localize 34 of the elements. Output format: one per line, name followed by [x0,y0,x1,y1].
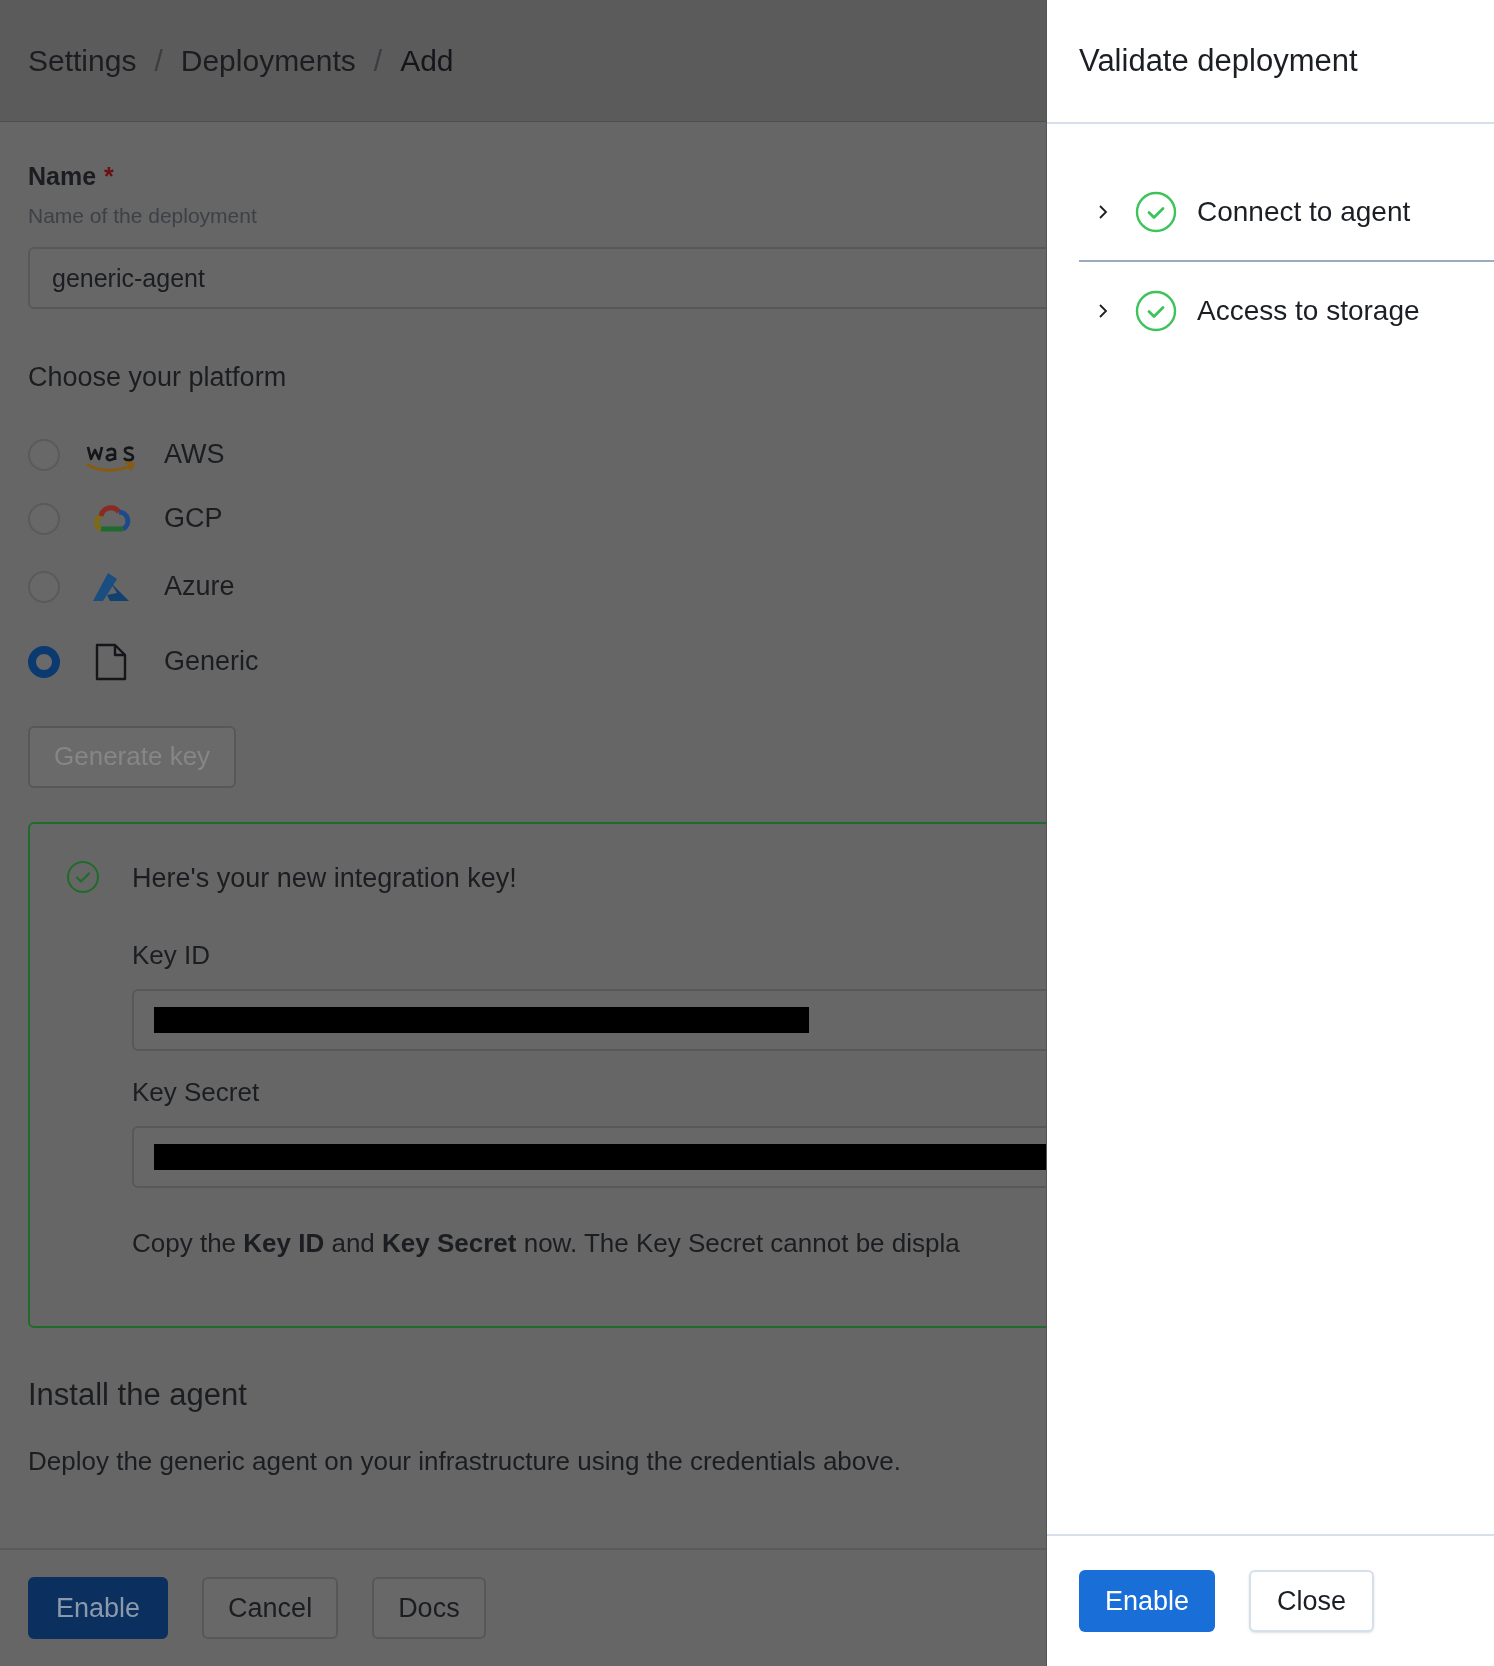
field-label: Key Secret [132,1076,261,1109]
name-input[interactable]: generic-agent [28,247,1046,309]
breadcrumb-link[interactable]: Settings [28,38,137,83]
close-button[interactable]: Close [1249,1570,1375,1632]
drawer-title: Validate deployment [1079,41,1358,80]
section-heading: Choose your platform [28,361,288,394]
secondary-button[interactable]: Cancel [202,1577,339,1639]
field-label: Key ID [132,939,212,972]
key-note: Copy the Key ID and Key Secret now. The Key Secret cannot be displa [132,1227,961,1260]
breadcrumb-separator: / [373,43,383,79]
breadcrumb-separator: / [154,43,163,79]
enable-button[interactable]: Enable [28,1577,169,1639]
panel-title: Here's your new integration key! [132,861,518,895]
radio-label[interactable]: AWS [164,434,225,475]
check-circle-icon [66,859,100,894]
section-heading: Install the agent [28,1375,248,1414]
secondary-button[interactable]: Docs [372,1577,486,1639]
enable-button[interactable]: Enable [1079,1570,1216,1632]
radio-label[interactable]: Azure [164,566,235,607]
breadcrumb-current: Add [400,43,454,79]
check-row[interactable]: Access to storage [1079,262,1494,360]
file-icon [94,641,128,682]
install-description: Deploy the generic agent on your infrastructure using the credentials above. [28,1445,902,1478]
triangle-logo-icon [91,570,131,603]
key-field[interactable] [132,989,1046,1051]
radio-label[interactable]: GCP [164,498,223,539]
required-mark: * [104,161,114,192]
radio-label[interactable]: Generic [164,641,259,682]
check-row[interactable]: Connect to agent [1079,164,1494,262]
radio-button[interactable] [28,645,60,678]
field-label: Name [28,161,97,192]
cloud-icon [91,502,131,535]
breadcrumb-link[interactable]: Deployments [180,38,356,83]
key-field[interactable] [132,1126,1046,1188]
